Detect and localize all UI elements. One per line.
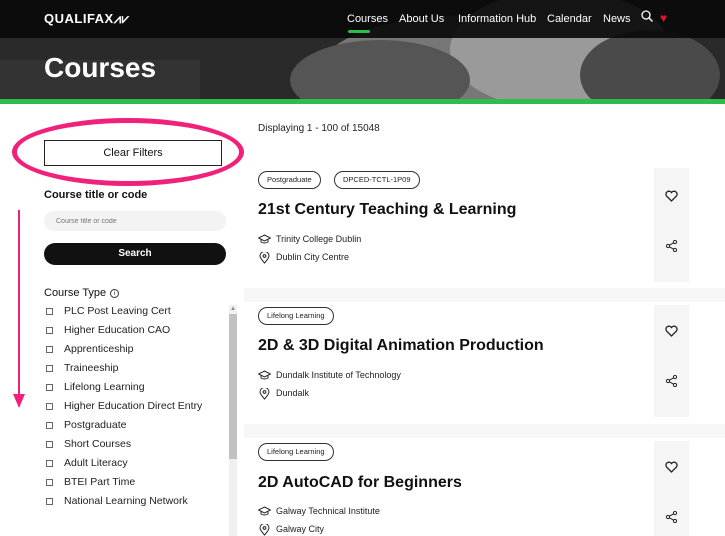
checkbox[interactable] — [46, 479, 53, 486]
search-icon[interactable] — [640, 9, 654, 23]
checkbox[interactable] — [46, 498, 53, 505]
checkbox[interactable] — [46, 460, 53, 467]
course-type-list: PLC Post Leaving Cert Higher Education C… — [44, 305, 224, 514]
option-label: Adult Literacy — [64, 457, 128, 469]
info-icon[interactable]: i — [110, 288, 120, 298]
nav-about-us[interactable]: About Us — [399, 13, 444, 25]
checkbox[interactable] — [46, 308, 53, 315]
card-action-panel — [654, 305, 689, 417]
option-label: Short Courses — [64, 438, 132, 450]
top-navbar: QUALIFAX⩘⩗ Courses About Us Information … — [0, 0, 725, 38]
location-name: Galway City — [276, 524, 325, 534]
scrollbar-thumb[interactable] — [229, 314, 237, 459]
checkbox[interactable] — [46, 422, 53, 429]
course-title-label: Course title or code — [44, 189, 148, 201]
heart-outline-icon[interactable] — [665, 461, 678, 473]
checkbox[interactable] — [46, 365, 53, 372]
option-label: National Learning Network — [64, 495, 188, 507]
course-type-option[interactable]: Traineeship — [44, 362, 224, 375]
share-icon[interactable] — [665, 375, 678, 387]
institution-name: Galway Technical Institute — [276, 506, 380, 516]
option-label: PLC Post Leaving Cert — [64, 305, 171, 317]
course-type-label: Course Type — [44, 287, 107, 299]
heart-outline-icon[interactable] — [665, 325, 678, 337]
course-type-option[interactable]: Adult Literacy — [44, 457, 224, 470]
results-count: Displaying 1 - 100 of 15048 — [258, 123, 380, 134]
search-button[interactable]: Search — [44, 243, 226, 265]
card-action-panel — [654, 168, 689, 282]
hero-accent-stripe — [0, 99, 725, 104]
option-label: Apprenticeship — [64, 343, 134, 355]
location-name: Dublin City Centre — [276, 252, 350, 262]
location-name: Dundalk — [276, 388, 310, 398]
institution-name: Dundalk Institute of Technology — [276, 370, 401, 380]
course-type-option[interactable]: National Learning Network — [44, 495, 224, 508]
graduation-cap-icon — [258, 506, 271, 516]
annotation-highlight-ellipse — [12, 118, 244, 186]
option-label: Lifelong Learning — [64, 381, 145, 393]
graduation-cap-icon — [258, 370, 271, 380]
nav-courses[interactable]: Courses — [347, 13, 388, 25]
course-type-option[interactable]: Higher Education Direct Entry — [44, 400, 224, 413]
hero-banner: QUALIFAX⩘⩗ Courses About Us Information … — [0, 0, 725, 104]
checkbox[interactable] — [46, 403, 53, 410]
course-title[interactable]: 2D & 3D Digital Animation Production — [258, 337, 544, 355]
option-label: Higher Education Direct Entry — [64, 400, 203, 412]
scroll-up-arrow-icon[interactable]: ▲ — [229, 305, 237, 313]
annotation-down-arrow — [13, 210, 25, 408]
card-separator — [244, 288, 725, 302]
course-type-option[interactable]: Lifelong Learning — [44, 381, 224, 394]
course-type-option[interactable]: Short Courses — [44, 438, 224, 451]
course-tag: Lifelong Learning — [258, 307, 334, 325]
share-icon[interactable] — [665, 240, 678, 252]
graduation-cap-icon — [258, 234, 271, 244]
course-title[interactable]: 21st Century Teaching & Learning — [258, 201, 516, 219]
course-type-heading: Course Type i — [44, 287, 120, 299]
course-tag: Lifelong Learning — [258, 443, 334, 461]
card-separator — [244, 424, 725, 438]
course-type-option[interactable]: PLC Post Leaving Cert — [44, 305, 224, 318]
nav-information-hub[interactable]: Information Hub — [458, 13, 536, 25]
nav-calendar[interactable]: Calendar — [547, 13, 592, 25]
location-pin-icon — [259, 252, 270, 264]
card-action-panel — [654, 441, 689, 536]
checkbox[interactable] — [46, 384, 53, 391]
course-title[interactable]: 2D AutoCAD for Beginners — [258, 474, 462, 492]
option-label: Postgraduate — [64, 419, 127, 431]
location-pin-icon — [259, 524, 270, 536]
course-search-input[interactable] — [44, 211, 226, 231]
site-logo[interactable]: QUALIFAX⩘⩗ — [44, 11, 129, 27]
nav-active-indicator — [348, 30, 370, 33]
checkbox[interactable] — [46, 441, 53, 448]
option-label: BTEI Part Time — [64, 476, 136, 488]
course-type-option[interactable]: BTEI Part Time — [44, 476, 224, 489]
course-tag: Postgraduate — [258, 171, 321, 189]
checkbox[interactable] — [46, 346, 53, 353]
course-type-option[interactable]: Higher Education CAO — [44, 324, 224, 337]
institution-name: Trinity College Dublin — [276, 234, 362, 244]
course-type-option[interactable]: Postgraduate — [44, 419, 224, 432]
heart-outline-icon[interactable] — [665, 190, 678, 202]
option-label: Traineeship — [64, 362, 119, 374]
course-code-tag: DPCED-TCTL-1P09 — [334, 171, 420, 189]
course-type-option[interactable]: Apprenticeship — [44, 343, 224, 356]
option-label: Higher Education CAO — [64, 324, 171, 336]
checkbox[interactable] — [46, 327, 53, 334]
share-icon[interactable] — [665, 511, 678, 523]
favorites-heart-icon[interactable]: ♥ — [660, 11, 667, 25]
location-pin-icon — [259, 388, 270, 400]
page-title: Courses — [44, 52, 157, 83]
nav-news[interactable]: News — [603, 13, 631, 25]
